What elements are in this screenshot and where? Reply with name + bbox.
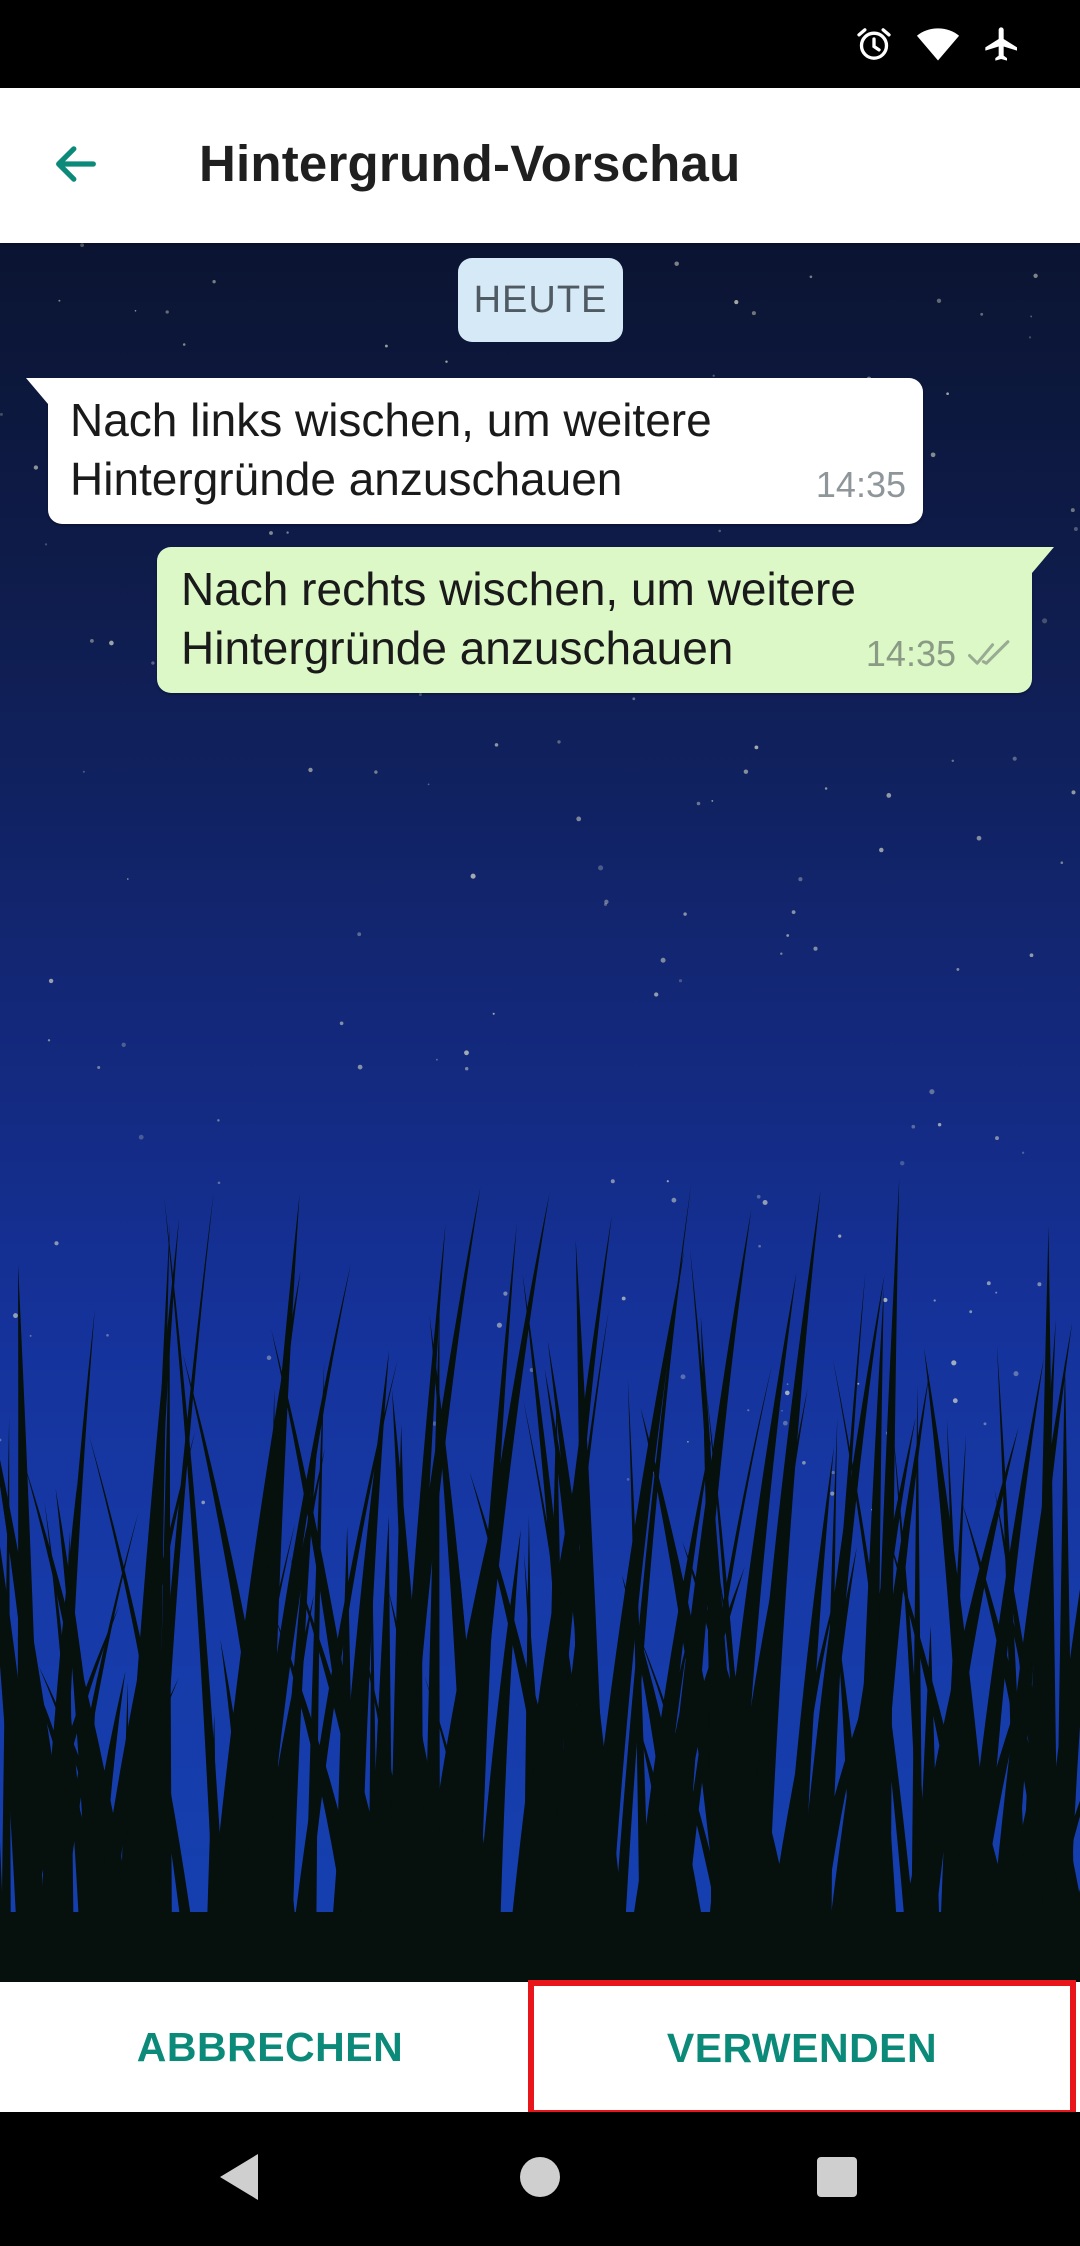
message-time: 14:35 [865, 633, 956, 674]
nav-home-button[interactable] [506, 2145, 574, 2213]
cancel-button[interactable]: ABBRECHEN [0, 1982, 540, 2112]
nav-back-button[interactable] [206, 2145, 274, 2213]
message-outgoing[interactable]: Nach rechts wischen, um weitere Hintergr… [157, 547, 1054, 693]
nav-home-icon [518, 2155, 562, 2204]
alarm-icon [854, 24, 894, 64]
nav-recents-icon [816, 2156, 858, 2203]
screen: Hintergrund-Vorschau HEUTE Nach links wi… [0, 0, 1080, 2246]
nav-recents-button[interactable] [803, 2145, 871, 2213]
nav-back-icon [218, 2152, 262, 2207]
double-check-icon [968, 624, 1014, 683]
page-title: Hintergrund-Vorschau [199, 135, 741, 192]
navigation-bar [0, 2112, 1080, 2246]
wifi-icon [916, 25, 960, 63]
wallpaper-preview[interactable]: HEUTE Nach links wischen, um weitere Hin… [0, 243, 1080, 1982]
use-wallpaper-button[interactable]: VERWENDEN [528, 1980, 1076, 2116]
message-time: 14:35 [815, 464, 906, 505]
message-text: Nach links wischen, um weitere Hintergrü… [70, 394, 712, 505]
back-button[interactable] [34, 124, 118, 208]
airplane-mode-icon [982, 24, 1022, 64]
message-incoming[interactable]: Nach links wischen, um weitere Hintergrü… [26, 378, 923, 524]
app-bar: Hintergrund-Vorschau [0, 88, 1080, 243]
status-bar [0, 0, 1080, 88]
message-meta: 14:35 [866, 624, 1014, 683]
arrow-back-icon [50, 138, 102, 195]
status-icons [854, 20, 1022, 68]
date-chip: HEUTE [458, 258, 623, 342]
action-bar: ABBRECHEN VERWENDEN [0, 1980, 1080, 2116]
